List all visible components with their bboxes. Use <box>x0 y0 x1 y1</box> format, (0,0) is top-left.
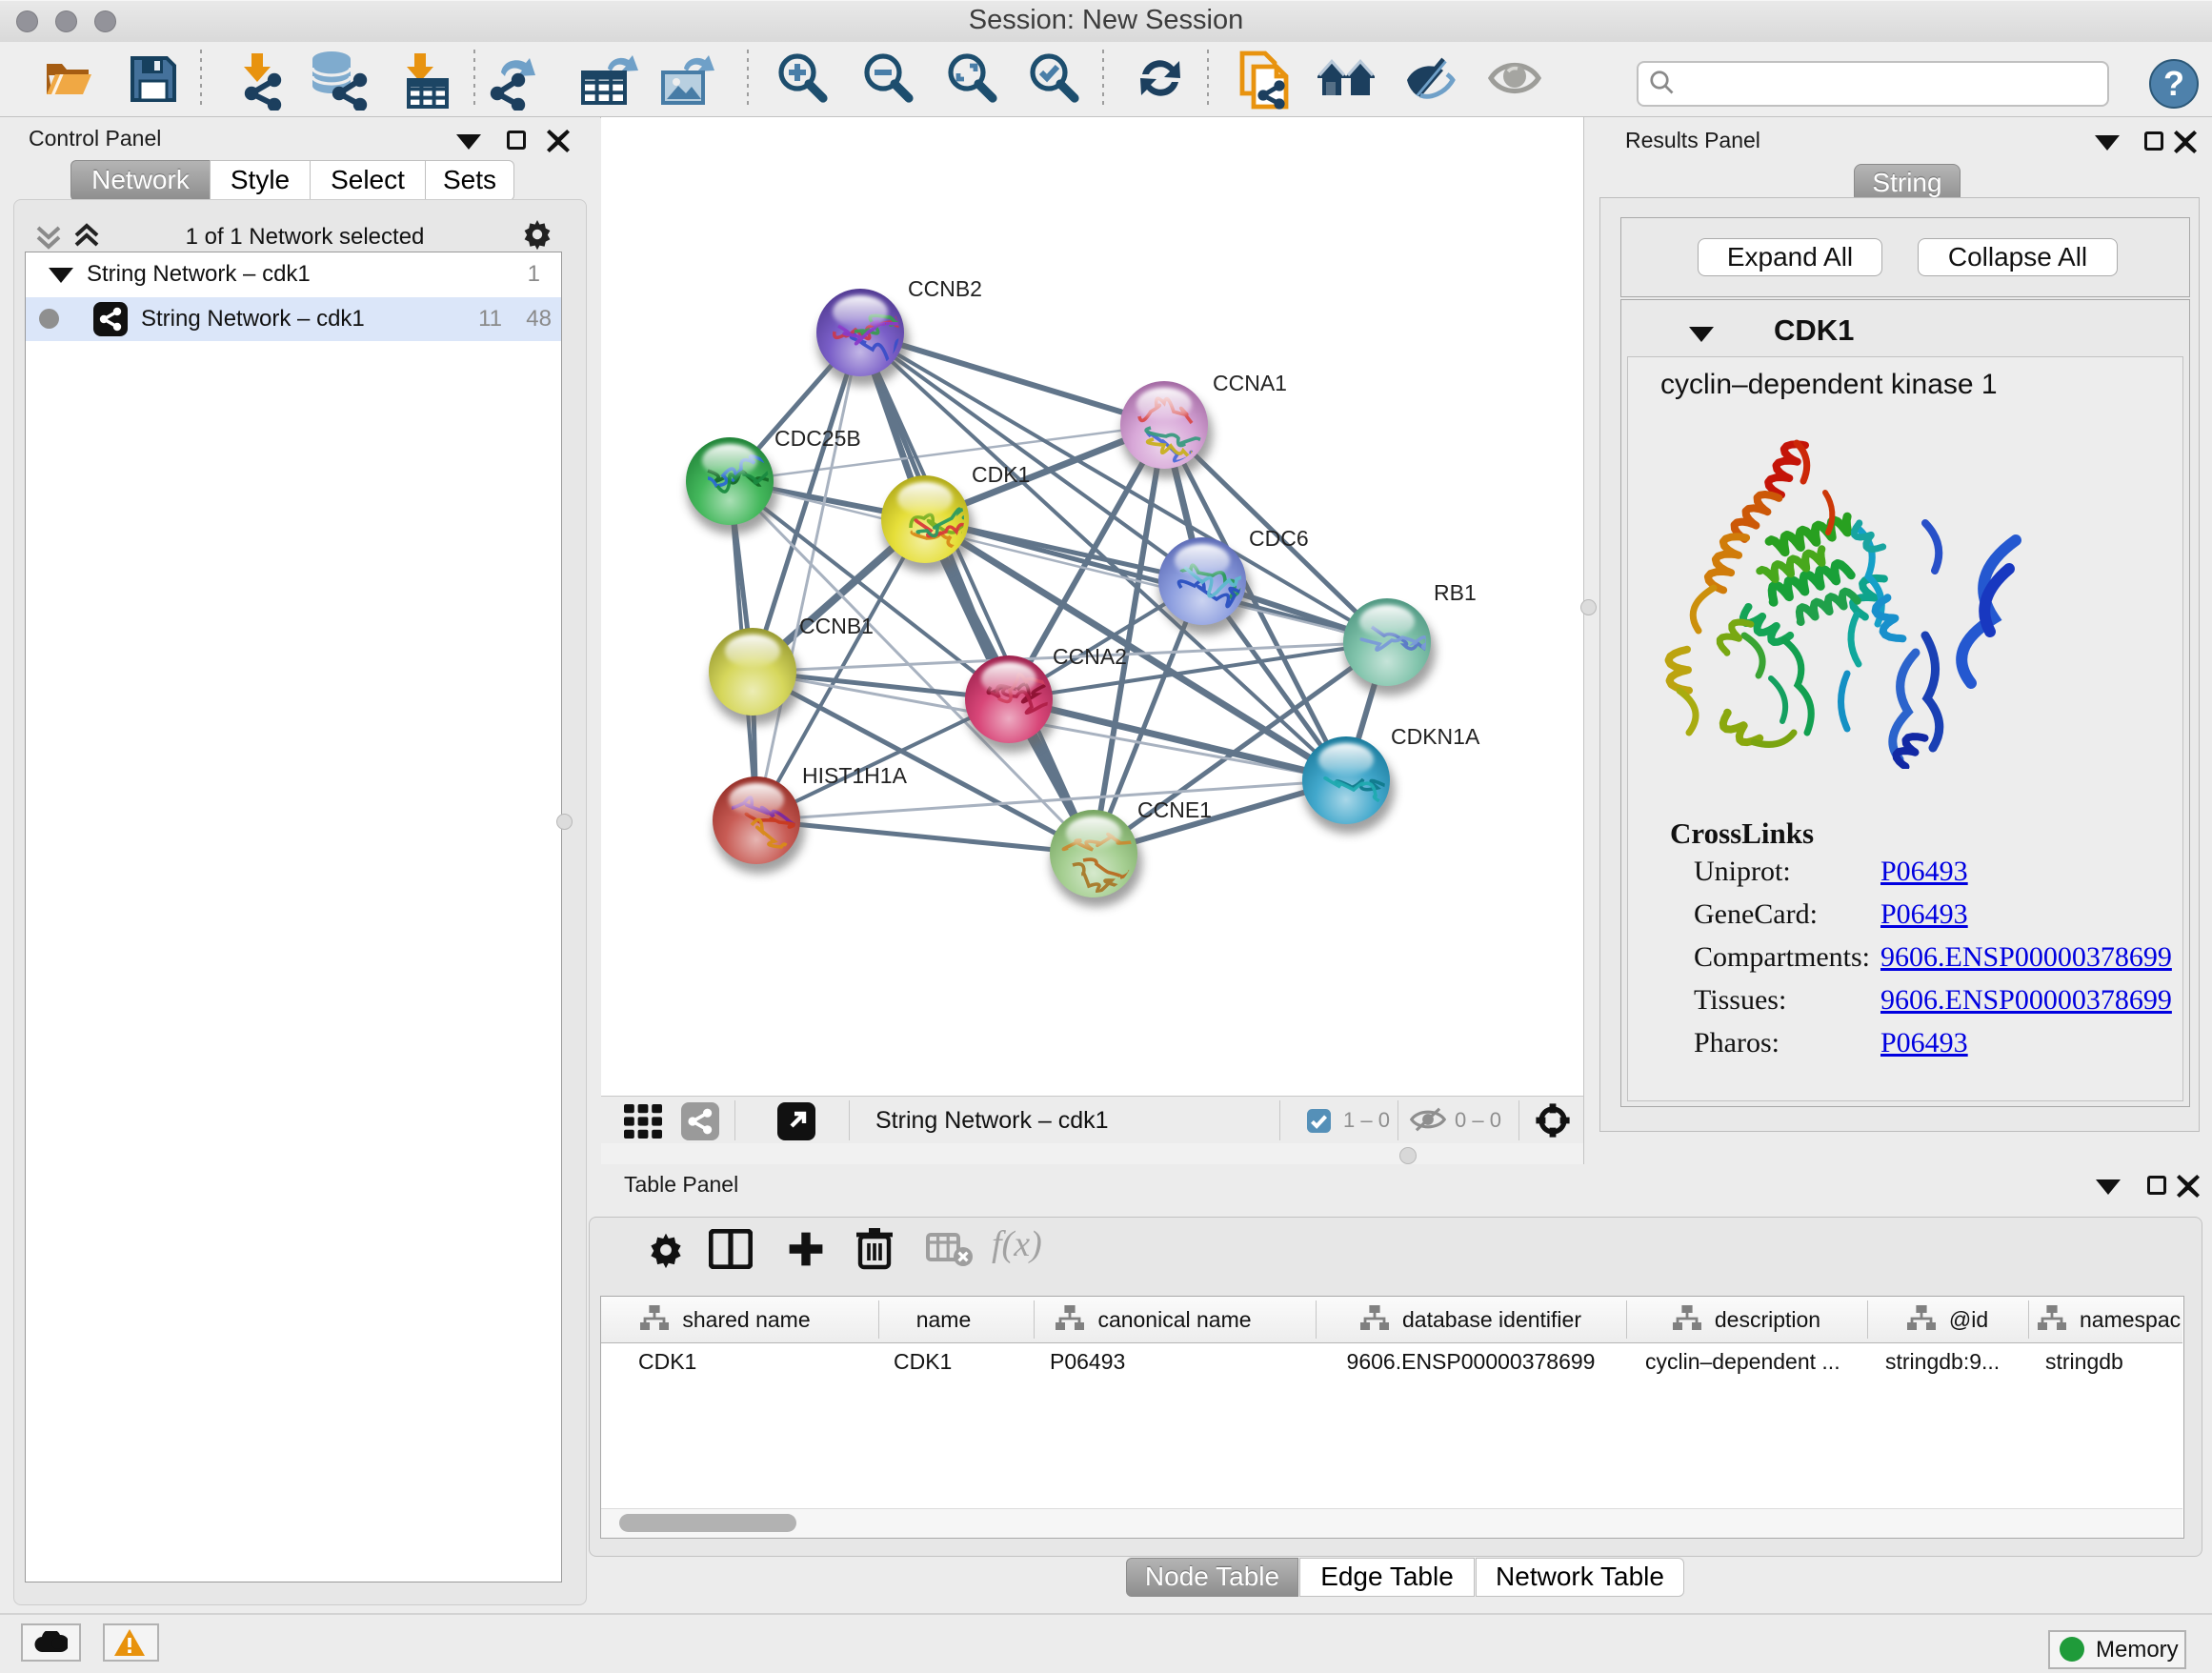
svg-text:CDK1: CDK1 <box>972 462 1030 487</box>
svg-text:RB1: RB1 <box>1434 580 1477 605</box>
svg-text:CDC25B: CDC25B <box>774 426 861 451</box>
svg-text:CCNE1: CCNE1 <box>1137 797 1212 822</box>
svg-text:HIST1H1A: HIST1H1A <box>802 763 908 788</box>
svg-text:CCNB2: CCNB2 <box>908 276 982 301</box>
svg-text:CDC6: CDC6 <box>1249 526 1309 551</box>
svg-text:CDKN1A: CDKN1A <box>1391 724 1480 749</box>
svg-text:CCNA1: CCNA1 <box>1213 371 1287 395</box>
svg-text:CCNA2: CCNA2 <box>1053 644 1127 669</box>
svg-text:CCNB1: CCNB1 <box>799 614 874 638</box>
